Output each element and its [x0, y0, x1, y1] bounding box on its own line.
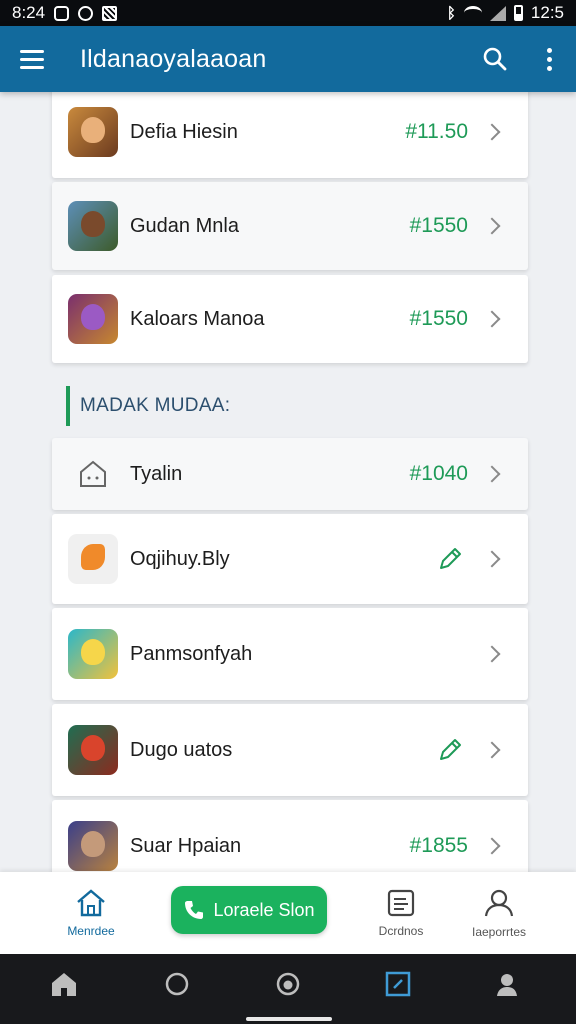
game-thumbnail: [68, 821, 118, 871]
game-thumbnail: [68, 294, 118, 344]
menu-icon[interactable]: [0, 26, 64, 92]
list-item[interactable]: Oqjihuy.Bly: [52, 514, 528, 604]
bluetooth-icon: ᛒ: [446, 4, 456, 22]
list-item[interactable]: Panmsonfyah: [52, 608, 528, 700]
edit-square-icon[interactable]: [384, 970, 412, 998]
section-title: MADAK MUDAA:: [80, 395, 231, 416]
item-label: Tyalin: [130, 462, 183, 485]
house-icon: [68, 449, 118, 499]
bottom-navigation: Menrdee Loraele Slon Dcrdnos Iaeporrtes: [0, 872, 576, 954]
item-price: #1040: [409, 462, 468, 485]
item-price: #1855: [409, 834, 468, 857]
item-label: Dugo uatos: [130, 738, 233, 761]
primary-action-button[interactable]: Loraele Slon: [171, 886, 327, 934]
search-icon[interactable]: [468, 26, 522, 92]
list-item[interactable]: Kaloars Manoa #1550: [52, 275, 528, 363]
item-price: #1550: [409, 214, 468, 237]
status-clock-right: 12:5: [530, 3, 564, 22]
circle-icon[interactable]: [163, 970, 191, 998]
edit-pencil-icon[interactable]: [436, 736, 464, 764]
chevron-right-icon: [483, 741, 501, 759]
list-item[interactable]: Defia Hiesin #11.50: [52, 92, 528, 178]
item-label: Panmsonfyah: [130, 642, 253, 665]
item-price: #1550: [409, 307, 468, 330]
edit-pencil-icon[interactable]: [436, 545, 464, 573]
account-icon[interactable]: [494, 970, 522, 998]
battery-icon: [513, 5, 523, 21]
primary-action-label: Loraele Slon: [213, 899, 315, 920]
phone-icon: [185, 901, 204, 919]
item-label: Defia Hiesin: [130, 120, 238, 143]
game-thumbnail: [68, 725, 118, 775]
app-bar: Ildanaoyalaaoan: [0, 26, 576, 92]
chevron-right-icon: [483, 310, 501, 328]
image-icon: [102, 5, 118, 21]
notification-icon: [54, 5, 70, 21]
person-icon: [484, 889, 514, 917]
chevron-right-icon: [483, 123, 501, 141]
nav-documents[interactable]: Dcrdnos: [366, 872, 436, 954]
game-thumbnail: [68, 534, 118, 584]
status-time: 8:24: [12, 3, 46, 22]
home-icon[interactable]: [50, 970, 78, 998]
assistant-icon[interactable]: [274, 970, 302, 998]
chevron-right-icon: [483, 645, 501, 663]
chevron-right-icon: [483, 465, 501, 483]
item-price: #11.50: [405, 120, 468, 143]
nav-documents-label: Dcrdnos: [378, 924, 424, 938]
status-bar: 8:24 ᛒ 12:5: [0, 0, 576, 26]
home-icon: [77, 889, 105, 917]
document-icon: [387, 889, 415, 917]
list-item[interactable]: Dugo uatos: [52, 704, 528, 796]
game-thumbnail: [68, 201, 118, 251]
nav-profile-label: Iaeporrtes: [471, 925, 527, 939]
nav-home[interactable]: Menrdee: [56, 872, 126, 954]
item-label: Gudan Mnla: [130, 214, 239, 237]
section-header: MADAK MUDAA:: [52, 374, 528, 438]
list-item[interactable]: Suar Hpaian #1855: [52, 800, 528, 872]
item-label: Kaloars Manoa: [130, 307, 265, 330]
nav-profile[interactable]: Iaeporrtes: [462, 872, 536, 954]
chevron-right-icon: [483, 550, 501, 568]
list-item[interactable]: Tyalin #1040: [52, 438, 528, 510]
item-list: Defia Hiesin #11.50 Gudan Mnla #1550 Kal…: [0, 92, 576, 872]
more-vert-icon[interactable]: [522, 26, 576, 92]
chevron-right-icon: [483, 837, 501, 855]
signal-icon: [489, 5, 506, 21]
item-label: Oqjihuy.Bly: [130, 547, 230, 570]
sync-icon: [78, 5, 94, 21]
section-accent-bar: [66, 386, 70, 426]
wifi-icon: [463, 6, 482, 20]
game-thumbnail: [68, 107, 118, 157]
nav-home-label: Menrdee: [67, 924, 115, 938]
gesture-handle[interactable]: [246, 1017, 332, 1021]
game-thumbnail: [68, 629, 118, 679]
chevron-right-icon: [483, 217, 501, 235]
system-navigation-bar: [0, 954, 576, 1024]
app-title: Ildanaoyalaaoan: [80, 44, 267, 73]
list-item[interactable]: Gudan Mnla #1550: [52, 182, 528, 270]
item-label: Suar Hpaian: [130, 834, 242, 857]
